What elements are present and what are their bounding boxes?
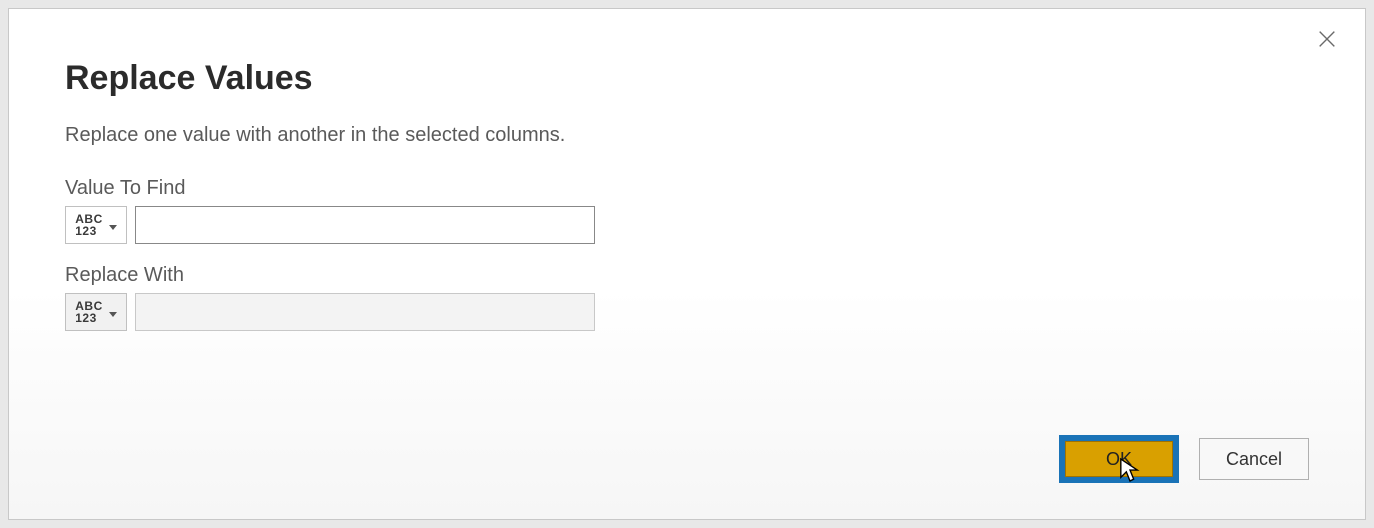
any-type-icon: ABC 123 [75, 213, 103, 237]
value-to-find-type-picker[interactable]: ABC 123 [65, 206, 127, 244]
value-to-find-input[interactable] [135, 206, 595, 244]
value-to-find-label: Value To Find [65, 177, 1309, 200]
dialog-subtitle: Replace one value with another in the se… [65, 124, 1309, 147]
replace-with-input[interactable] [135, 293, 595, 331]
ok-button-label: OK [1106, 449, 1132, 470]
replace-values-dialog: Replace Values Replace one value with an… [8, 8, 1366, 520]
ok-button[interactable]: OK [1065, 441, 1173, 477]
close-button[interactable] [1309, 21, 1345, 57]
replace-with-row: ABC 123 [65, 293, 1309, 331]
dialog-button-row: OK Cancel [1059, 435, 1309, 483]
value-to-find-row: ABC 123 [65, 206, 1309, 244]
any-type-icon: ABC 123 [75, 300, 103, 324]
chevron-down-icon [109, 312, 117, 317]
replace-with-type-picker[interactable]: ABC 123 [65, 293, 127, 331]
cancel-button-label: Cancel [1226, 449, 1282, 470]
type-line-123: 123 [75, 225, 103, 237]
replace-with-label: Replace With [65, 264, 1309, 287]
ok-button-highlight: OK [1059, 435, 1179, 483]
replace-with-block: Replace With ABC 123 [65, 264, 1309, 331]
cancel-button[interactable]: Cancel [1199, 438, 1309, 480]
value-to-find-block: Value To Find ABC 123 [65, 177, 1309, 244]
chevron-down-icon [109, 225, 117, 230]
dialog-title: Replace Values [65, 59, 1309, 98]
close-icon [1316, 28, 1338, 50]
type-line-123: 123 [75, 312, 103, 324]
